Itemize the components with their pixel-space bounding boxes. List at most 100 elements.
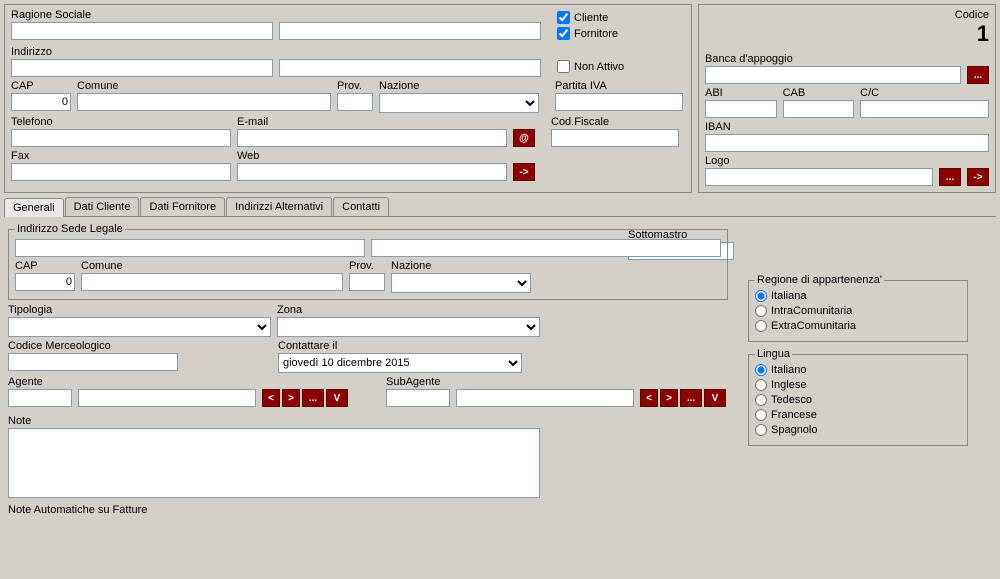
fornitore-checkbox[interactable] [557, 27, 570, 40]
partita-iva-input[interactable] [555, 93, 683, 111]
tab-dati-fornitore[interactable]: Dati Fornitore [140, 197, 225, 216]
indirizzo-input-1[interactable] [11, 59, 273, 77]
sede-prov-input[interactable] [349, 273, 385, 291]
lingua-tedesco-label: Tedesco [771, 394, 812, 406]
lingua-inglese-label: Inglese [771, 379, 806, 391]
logo-input[interactable] [705, 168, 933, 186]
sede-legale-input-1[interactable] [15, 239, 365, 257]
regione-intra-label: IntraComunitaria [771, 305, 852, 317]
sede-nazione-label: Nazione [391, 260, 531, 272]
subagente-code-input[interactable] [386, 389, 450, 407]
contattare-select[interactable]: giovedì 10 dicembre 2015 [278, 353, 522, 373]
email-button[interactable]: @ [513, 129, 535, 147]
zona-label: Zona [277, 304, 540, 316]
partita-iva-label: Partita IVA [555, 80, 683, 92]
logo-goto-button[interactable]: -> [967, 168, 989, 186]
contattare-label: Contattare il [278, 340, 522, 352]
nazione-label: Nazione [379, 80, 539, 92]
note-auto-label: Note Automatiche su Fatture [8, 504, 540, 516]
sede-legale-input-2[interactable] [371, 239, 721, 257]
fornitore-label: Fornitore [574, 28, 618, 40]
indirizzo-input-2[interactable] [279, 59, 541, 77]
codice-label: Codice [705, 9, 989, 21]
bank-panel: Codice 1 Banca d'appoggio ... ABI CAB C/… [698, 4, 996, 193]
subagente-next-button[interactable]: > [660, 389, 678, 407]
ragione-sociale-input-1[interactable] [11, 22, 273, 40]
cc-label: C/C [860, 87, 989, 99]
sede-prov-label: Prov. [349, 260, 385, 272]
cod-fiscale-label: Cod.Fiscale [551, 116, 679, 128]
sede-cap-label: CAP [15, 260, 75, 272]
tipologia-select[interactable] [8, 317, 271, 337]
sede-comune-input[interactable] [81, 273, 343, 291]
sede-cap-input[interactable] [15, 273, 75, 291]
agente-v-button[interactable]: V [326, 389, 348, 407]
zona-select[interactable] [277, 317, 540, 337]
lingua-spagnolo-radio[interactable] [755, 424, 767, 436]
note-textarea[interactable] [8, 428, 540, 498]
regione-intra-radio[interactable] [755, 305, 767, 317]
fax-input[interactable] [11, 163, 231, 181]
lingua-francese-radio[interactable] [755, 409, 767, 421]
subagente-name-input[interactable] [456, 389, 634, 407]
regione-extra-label: ExtraComunitaria [771, 320, 856, 332]
regione-extra-radio[interactable] [755, 320, 767, 332]
comune-input[interactable] [77, 93, 331, 111]
email-input[interactable] [237, 129, 507, 147]
ragione-sociale-input-2[interactable] [279, 22, 541, 40]
cc-input[interactable] [860, 100, 989, 118]
email-label: E-mail [237, 116, 507, 128]
cliente-checkbox[interactable] [557, 11, 570, 24]
agente-prev-button[interactable]: < [262, 389, 280, 407]
web-label: Web [237, 150, 507, 162]
lingua-francese-label: Francese [771, 409, 817, 421]
tab-contatti[interactable]: Contatti [333, 197, 389, 216]
web-input[interactable] [237, 163, 507, 181]
lingua-italiano-radio[interactable] [755, 364, 767, 376]
subagente-browse-button[interactable]: ... [680, 389, 702, 407]
regione-group: Regione di appartenenza' Italiana IntraC… [748, 274, 968, 342]
tab-bar: Generali Dati Cliente Dati Fornitore Ind… [4, 197, 996, 217]
indirizzo-label: Indirizzo [11, 46, 541, 58]
logo-label: Logo [705, 155, 989, 167]
logo-browse-button[interactable]: ... [939, 168, 961, 186]
telefono-label: Telefono [11, 116, 231, 128]
web-goto-button[interactable]: -> [513, 163, 535, 181]
abi-label: ABI [705, 87, 777, 99]
lingua-spagnolo-label: Spagnolo [771, 424, 818, 436]
abi-input[interactable] [705, 100, 777, 118]
regione-italiana-radio[interactable] [755, 290, 767, 302]
cap-input[interactable] [11, 93, 71, 111]
agente-next-button[interactable]: > [282, 389, 300, 407]
telefono-input[interactable] [11, 129, 231, 147]
subagente-v-button[interactable]: V [704, 389, 726, 407]
nazione-select[interactable] [379, 93, 539, 113]
non-attivo-checkbox[interactable] [557, 60, 570, 73]
subagente-label: SubAgente [386, 376, 726, 388]
tab-dati-cliente[interactable]: Dati Cliente [65, 197, 140, 216]
regione-italiana-label: Italiana [771, 290, 806, 302]
generali-panel: Indirizzo Sede Legale CAP Comune [4, 219, 996, 521]
anagrafica-panel: Ragione Sociale Cliente Fornitore Indiri… [4, 4, 692, 193]
note-label: Note [8, 415, 540, 427]
tab-indirizzi-alternativi[interactable]: Indirizzi Alternativi [226, 197, 332, 216]
agente-label: Agente [8, 376, 348, 388]
banca-label: Banca d'appoggio [705, 53, 989, 65]
lingua-inglese-radio[interactable] [755, 379, 767, 391]
cab-input[interactable] [783, 100, 855, 118]
prov-input[interactable] [337, 93, 373, 111]
agente-name-input[interactable] [78, 389, 256, 407]
iban-input[interactable] [705, 134, 989, 152]
tab-generali[interactable]: Generali [4, 198, 64, 217]
codice-merc-input[interactable] [8, 353, 178, 371]
cap-label: CAP [11, 80, 71, 92]
banca-input[interactable] [705, 66, 961, 84]
subagente-prev-button[interactable]: < [640, 389, 658, 407]
banca-browse-button[interactable]: ... [967, 66, 989, 84]
lingua-tedesco-radio[interactable] [755, 394, 767, 406]
cod-fiscale-input[interactable] [551, 129, 679, 147]
lingua-legend: Lingua [755, 348, 792, 360]
agente-browse-button[interactable]: ... [302, 389, 324, 407]
agente-code-input[interactable] [8, 389, 72, 407]
sede-nazione-select[interactable] [391, 273, 531, 293]
